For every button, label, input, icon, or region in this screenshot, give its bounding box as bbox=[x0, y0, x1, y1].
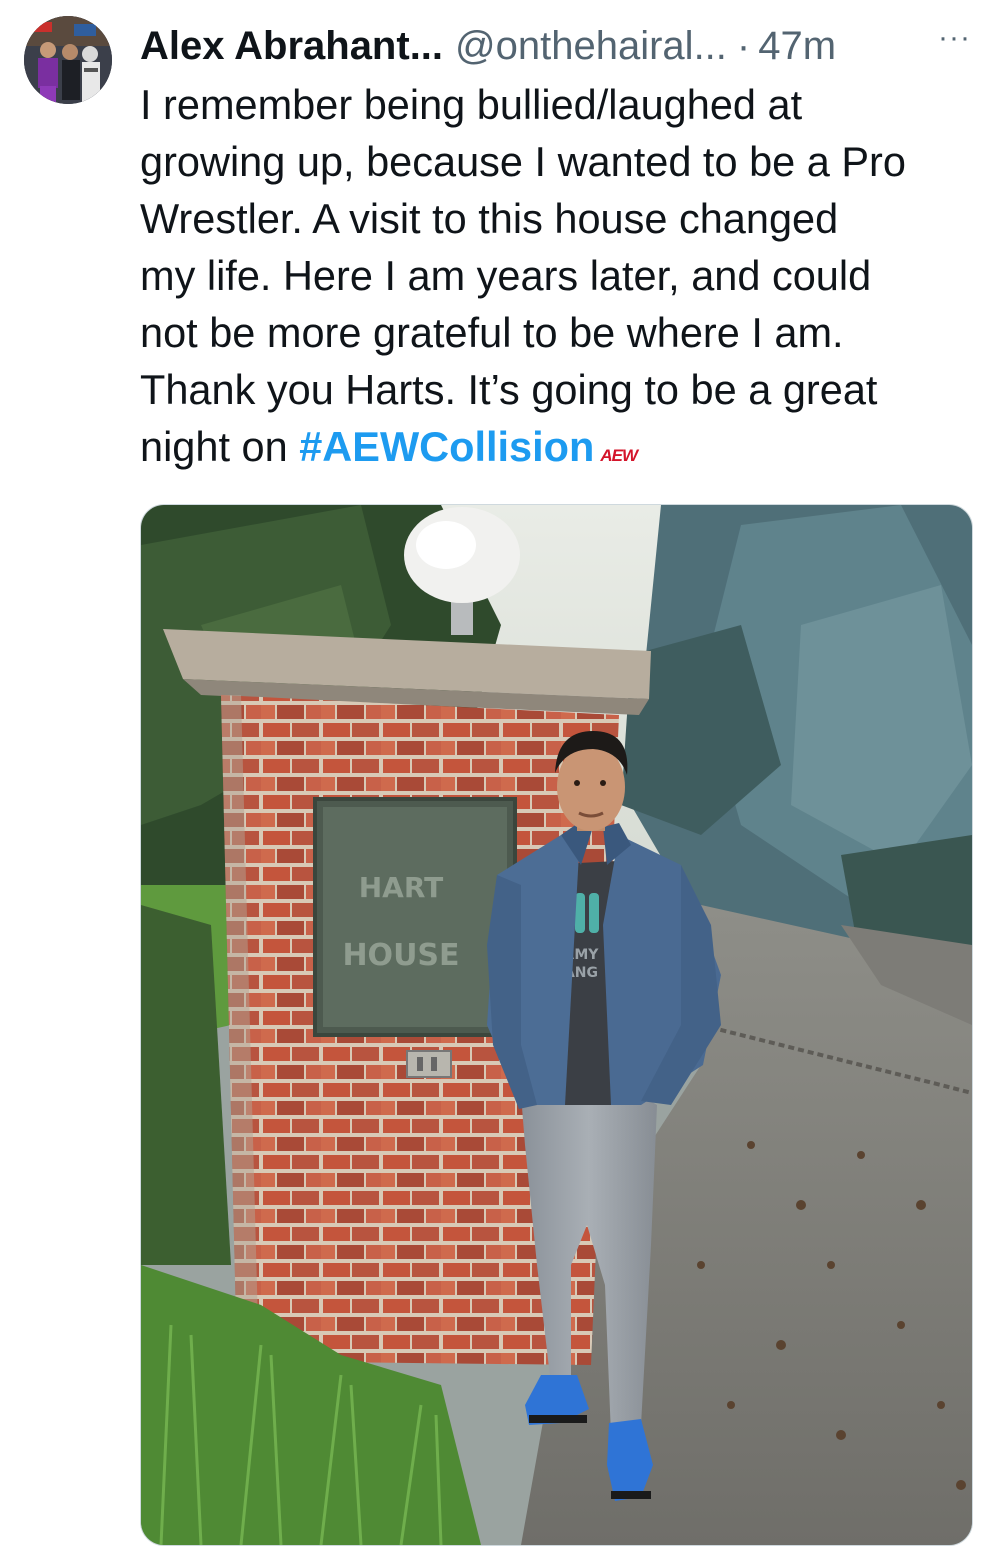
tweet-text-line: not be more grateful to be where I am. bbox=[140, 309, 844, 356]
tweet-text-line: growing up, because I wanted to be a Pro bbox=[140, 138, 906, 185]
tweet-text-line: my life. Here I am years later, and coul… bbox=[140, 252, 872, 299]
tweet-text-line: night on #AEWCollision AEW bbox=[140, 423, 638, 470]
avatar-image bbox=[24, 16, 112, 104]
tweet-text-line: Thank you Harts. It’s going to be a grea… bbox=[140, 366, 878, 413]
tweet-text: I remember being bullied/laughed at grow… bbox=[140, 76, 990, 475]
more-options-button[interactable]: ··· bbox=[938, 18, 971, 58]
tweet-text-prefix: night on bbox=[140, 423, 300, 470]
avatar[interactable] bbox=[24, 16, 112, 104]
separator-dot: · bbox=[736, 24, 751, 68]
tweet-header: Alex Abrahant... @onthehairal... · 47m ·… bbox=[140, 18, 977, 74]
tweet-text-line: I remember being bullied/laughed at bbox=[140, 81, 803, 128]
photo-scene: HART HOUSE RMY ANG bbox=[141, 505, 972, 1545]
aew-hashflag-icon: AEW bbox=[600, 446, 638, 465]
display-name[interactable]: Alex Abrahant... bbox=[140, 18, 443, 74]
user-handle[interactable]: @onthehairal... bbox=[455, 18, 727, 74]
tweet-text-line: Wrestler. A visit to this house changed bbox=[140, 195, 839, 242]
hashtag-link[interactable]: #AEWCollision bbox=[299, 423, 594, 470]
sign-line-house: HOUSE bbox=[342, 938, 459, 973]
more-horizontal-icon: ··· bbox=[938, 21, 971, 54]
tweet-photo[interactable]: HART HOUSE RMY ANG bbox=[140, 504, 973, 1546]
sign-line-hart: HART bbox=[359, 871, 444, 904]
timestamp[interactable]: 47m bbox=[758, 18, 836, 74]
